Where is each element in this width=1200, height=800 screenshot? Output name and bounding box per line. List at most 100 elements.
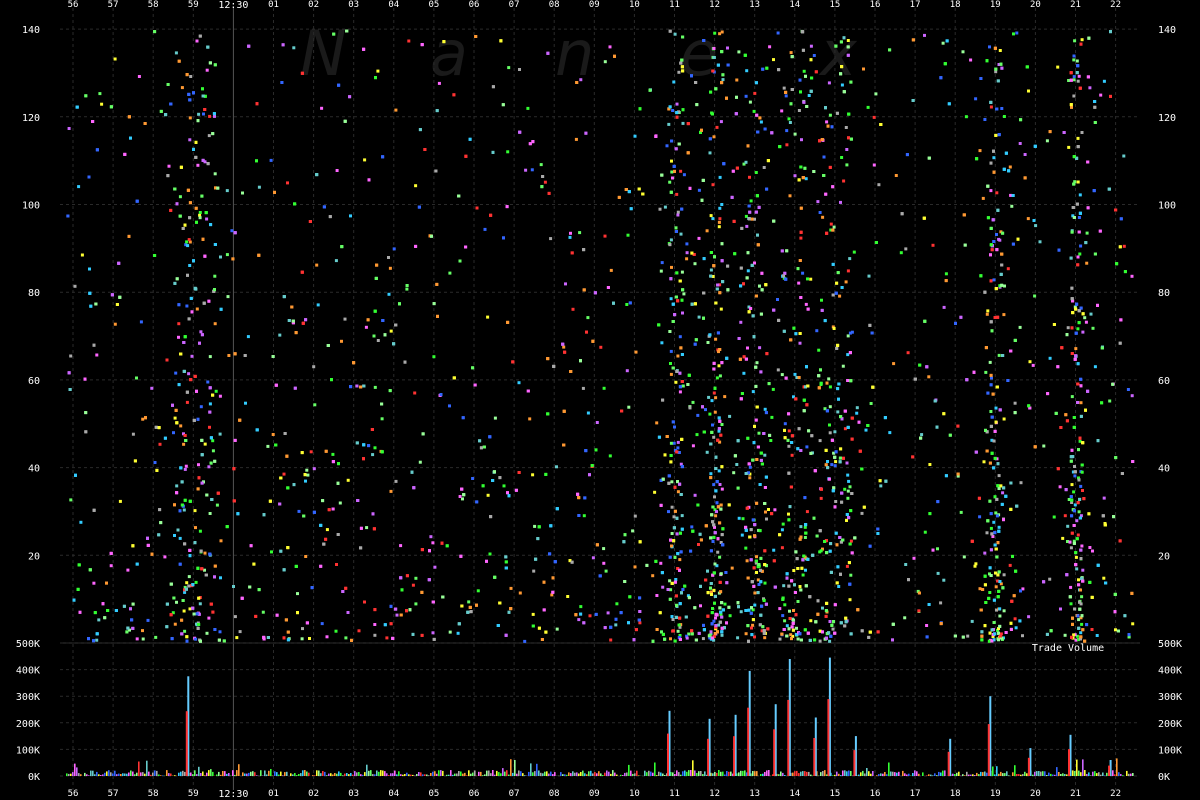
trade-point bbox=[747, 462, 751, 466]
trade-point bbox=[1108, 399, 1112, 403]
trade-point bbox=[468, 605, 472, 609]
trade-point bbox=[688, 406, 692, 410]
trade-point bbox=[805, 510, 809, 514]
trade-point bbox=[366, 318, 370, 322]
trade-point bbox=[806, 631, 810, 635]
trade-point bbox=[225, 525, 229, 529]
trade-point bbox=[357, 629, 361, 633]
trade-point bbox=[989, 424, 993, 428]
trade-point bbox=[211, 132, 215, 136]
trade-point bbox=[713, 386, 717, 390]
trade-point bbox=[219, 576, 222, 580]
trade-point bbox=[747, 639, 750, 643]
trade-point bbox=[485, 559, 488, 563]
trade-point bbox=[1057, 248, 1061, 252]
trade-point bbox=[389, 489, 393, 493]
trade-point bbox=[744, 94, 748, 98]
trade-point bbox=[188, 98, 192, 102]
trade-point bbox=[257, 588, 261, 592]
volume-bar bbox=[106, 771, 108, 776]
trade-point bbox=[751, 390, 755, 394]
trade-point bbox=[768, 45, 772, 49]
trade-point bbox=[737, 337, 741, 340]
trade-point bbox=[1006, 379, 1010, 382]
trade-point bbox=[970, 539, 974, 543]
trade-point bbox=[826, 124, 830, 128]
trade-point bbox=[709, 472, 713, 476]
trade-point bbox=[674, 226, 678, 230]
trade-point bbox=[876, 527, 880, 531]
trade-point bbox=[209, 602, 213, 606]
trade-point bbox=[1119, 318, 1123, 322]
trade-point bbox=[969, 58, 973, 62]
trade-point bbox=[866, 424, 870, 427]
trade-point bbox=[989, 548, 993, 552]
trade-point bbox=[693, 606, 697, 610]
trade-point bbox=[993, 46, 997, 50]
trade-point bbox=[1077, 74, 1081, 78]
trade-point bbox=[763, 407, 767, 411]
trade-point bbox=[146, 618, 150, 622]
trade-point bbox=[1070, 531, 1074, 535]
trade-point bbox=[839, 415, 843, 419]
trade-point bbox=[193, 374, 197, 378]
trade-point bbox=[1088, 580, 1092, 584]
trade-point bbox=[920, 433, 924, 437]
trade-point bbox=[942, 412, 946, 416]
trade-point bbox=[763, 502, 767, 505]
trade-point bbox=[836, 343, 840, 347]
trade-point bbox=[533, 524, 537, 528]
trade-point bbox=[627, 190, 631, 194]
trade-point bbox=[706, 614, 710, 618]
trade-point bbox=[818, 439, 822, 443]
trade-point bbox=[694, 638, 698, 642]
trade-point bbox=[1071, 311, 1075, 315]
trade-point bbox=[809, 58, 813, 62]
trade-point bbox=[193, 541, 197, 545]
trade-point bbox=[899, 251, 903, 255]
trade-point bbox=[188, 138, 192, 142]
trade-point bbox=[697, 631, 701, 635]
trade-point bbox=[671, 618, 675, 621]
trade-point bbox=[719, 433, 723, 437]
trade-point bbox=[848, 542, 852, 546]
trade-point bbox=[994, 585, 998, 589]
trade-point bbox=[1074, 563, 1078, 567]
trade-point bbox=[230, 229, 234, 233]
trade-point bbox=[758, 346, 762, 350]
trade-point bbox=[787, 412, 791, 416]
trade-point bbox=[211, 393, 215, 397]
trade-point bbox=[997, 570, 1001, 574]
trade-point bbox=[183, 542, 187, 546]
trade-point bbox=[1080, 614, 1084, 618]
trade-point bbox=[848, 485, 852, 489]
trade-point bbox=[766, 159, 770, 163]
trade-point bbox=[825, 409, 829, 413]
trade-point bbox=[751, 618, 755, 622]
trade-point bbox=[614, 617, 618, 621]
trade-point bbox=[475, 206, 479, 210]
trade-point bbox=[925, 624, 929, 627]
trade-point bbox=[255, 428, 259, 432]
trade-point bbox=[293, 202, 297, 206]
trade-point bbox=[95, 632, 99, 636]
trade-point bbox=[1015, 504, 1019, 508]
trade-point bbox=[995, 497, 999, 501]
trade-point bbox=[1069, 71, 1073, 75]
trade-point bbox=[131, 432, 135, 436]
trade-point bbox=[93, 611, 97, 615]
trade-point bbox=[1076, 362, 1080, 366]
trade-point bbox=[154, 635, 158, 639]
trade-point bbox=[667, 510, 670, 514]
trade-point bbox=[332, 32, 336, 36]
trade-point bbox=[750, 580, 754, 584]
trade-point bbox=[389, 329, 393, 333]
trade-point bbox=[1079, 306, 1083, 310]
trade-point bbox=[606, 611, 610, 615]
trade-point bbox=[625, 369, 629, 373]
trade-point bbox=[788, 505, 792, 509]
trade-point bbox=[177, 383, 181, 387]
trade-point bbox=[1102, 576, 1106, 580]
trade-point bbox=[284, 618, 288, 622]
trade-point bbox=[350, 638, 353, 642]
